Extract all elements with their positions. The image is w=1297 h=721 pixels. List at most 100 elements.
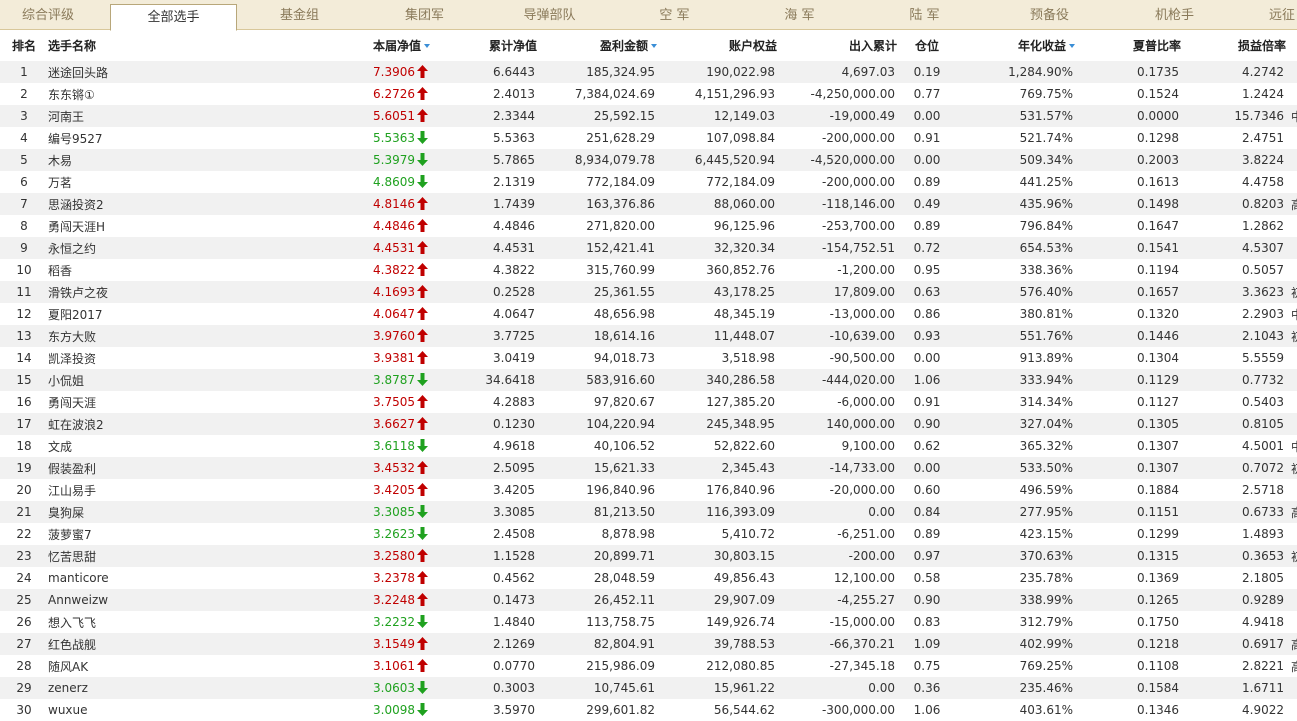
header-flow[interactable]: 出入累计 <box>777 30 897 61</box>
player-name-cell[interactable]: 臭狗屎 <box>48 501 232 523</box>
table-row[interactable]: 22 菠萝蜜7 3.2623 2.4508 8,878.98 5,410.72 -6,251… <box>0 523 1297 545</box>
table-row[interactable]: 16 勇闯天涯 3.7505 4.2883 97,820.67 127,385.20 -6,… <box>0 391 1297 413</box>
player-name-cell[interactable]: 文成 <box>48 435 232 457</box>
sharpe-cell: 0.1307 <box>1075 457 1181 479</box>
table-row[interactable]: 24 manticore 3.2378 0.4562 28,048.59 49,856.4… <box>0 567 1297 589</box>
player-name-cell[interactable]: 夏阳2017 <box>48 303 232 325</box>
table-row[interactable]: 11 滑铁卢之夜 4.1693 0.2528 25,361.55 43,178.25 17,… <box>0 281 1297 303</box>
player-name-cell[interactable]: 凯泽投资 <box>48 347 232 369</box>
tab-1[interactable]: 全部选手 <box>110 4 237 31</box>
table-row[interactable]: 8 勇闯天涯H 4.4846 4.4846 271,820.00 96,125.96 -25… <box>0 215 1297 237</box>
title-cell: 士兵 <box>1286 567 1297 589</box>
rank-cell: 12 <box>16 307 32 321</box>
table-row[interactable]: 6 万茗 4.8609 2.1319 772,184.09 772,184.09 -200,… <box>0 171 1297 193</box>
header-cum-nav[interactable]: 累计净值 <box>430 30 537 61</box>
header-position[interactable]: 仓位 <box>897 30 957 61</box>
tab-8[interactable]: 预备役 <box>987 0 1112 30</box>
table-row[interactable]: 29 zenerz 3.0603 0.3003 10,745.61 15,961.22 0.… <box>0 677 1297 699</box>
player-name-cell[interactable]: 忆苦思甜 <box>48 545 232 567</box>
table-row[interactable]: 2 东东锵① 6.2726 2.4013 7,384,024.69 4,151,296.9… <box>0 83 1297 105</box>
header-profit[interactable]: 盈利金额 <box>537 30 657 61</box>
header-sharpe[interactable]: 夏普比率 <box>1075 30 1181 61</box>
table-row[interactable]: 26 想入飞飞 3.2232 1.4840 113,758.75 149,926.74 -1… <box>0 611 1297 633</box>
header-title[interactable]: 衔级 <box>1286 30 1297 61</box>
tab-2[interactable]: 基金组 <box>237 0 362 30</box>
player-name-cell[interactable]: wuxue <box>48 699 232 721</box>
nav-cell: 3.2623 <box>232 523 430 545</box>
sort-desc-icon[interactable] <box>424 44 430 48</box>
table-row[interactable]: 10 稻香 4.3822 4.3822 315,760.99 360,852.76 -1,2… <box>0 259 1297 281</box>
header-nav[interactable]: 本届净值 <box>232 30 430 61</box>
player-name-cell[interactable]: 假装盈利 <box>48 457 232 479</box>
tab-5[interactable]: 空 军 <box>612 0 737 30</box>
nav-value: 3.2248 <box>373 593 415 607</box>
sharpe-cell: 0.1735 <box>1075 61 1181 83</box>
tab-9[interactable]: 机枪手 <box>1112 0 1237 30</box>
table-row[interactable]: 30 wuxue 3.0098 3.5970 299,601.82 56,544.62 -3… <box>0 699 1297 721</box>
table-row[interactable]: 23 忆苦思甜 3.2580 1.1528 20,899.71 30,803.15 -200… <box>0 545 1297 567</box>
table-row[interactable]: 5 木易 5.3979 5.7865 8,934,079.78 6,445,520.94-… <box>0 149 1297 171</box>
table-row[interactable]: 21 臭狗屎 3.3085 3.3085 81,213.50 116,393.09 0.00… <box>0 501 1297 523</box>
player-name-cell[interactable]: 思涵投资2 <box>48 193 232 215</box>
player-name-cell[interactable]: 江山易手 <box>48 479 232 501</box>
pl-ratio-cell: 2.4751 <box>1242 131 1284 145</box>
player-name-cell[interactable]: 东东锵① <box>48 83 232 105</box>
profit-cell: 94,018.73 <box>593 351 655 365</box>
player-name-cell[interactable]: 勇闯天涯 <box>48 391 232 413</box>
table-row[interactable]: 19 假装盈利 3.4532 2.5095 15,621.33 2,345.43 -14,7… <box>0 457 1297 479</box>
player-name-cell[interactable]: 东方大败 <box>48 325 232 347</box>
player-name-cell[interactable]: 滑铁卢之夜 <box>48 281 232 303</box>
table-row[interactable]: 9 永恒之约 4.4531 4.4531 152,421.41 32,320.34 -154… <box>0 237 1297 259</box>
table-row[interactable]: 27 红色战舰 3.1549 2.1269 82,804.91 39,788.53 -66,… <box>0 633 1297 655</box>
header-rank[interactable]: 排名 <box>0 30 48 61</box>
header-pl-ratio[interactable]: 损益倍率 <box>1181 30 1286 61</box>
header-equity[interactable]: 账户权益 <box>657 30 777 61</box>
player-name-cell[interactable]: 万茗 <box>48 171 232 193</box>
player-name-cell[interactable]: 虹在波浪2 <box>48 413 232 435</box>
table-row[interactable]: 20 江山易手 3.4205 3.4205 196,840.96 176,840.96 -2… <box>0 479 1297 501</box>
position-cell: 0.00 <box>897 105 957 127</box>
table-row[interactable]: 25 Annweizw 3.2248 0.1473 26,452.11 29,907.09… <box>0 589 1297 611</box>
sharpe-cell: 0.1108 <box>1137 659 1179 673</box>
player-name-cell[interactable]: 红色战舰 <box>48 633 232 655</box>
profit-cell: 10,745.61 <box>537 677 657 699</box>
sort-desc-icon[interactable] <box>1069 44 1075 48</box>
table-row[interactable]: 1 迷途回头路 7.3906 6.6443 185,324.95 190,022.98 4,… <box>0 61 1297 83</box>
table-row[interactable]: 7 思涵投资2 4.8146 1.7439 163,376.86 88,060.00 -11… <box>0 193 1297 215</box>
sort-desc-icon[interactable] <box>651 44 657 48</box>
table-row[interactable]: 15 小侃姐 3.8787 34.6418 583,916.60 340,286.58 -4… <box>0 369 1297 391</box>
table-row[interactable]: 14 凯泽投资 3.9381 3.0419 94,018.73 3,518.98 -90,5… <box>0 347 1297 369</box>
tab-4[interactable]: 导弹部队 <box>487 0 612 30</box>
tab-3[interactable]: 集团军 <box>362 0 487 30</box>
player-name-cell[interactable]: 迷途回头路 <box>48 61 232 83</box>
header-name[interactable]: 选手名称 <box>48 30 232 61</box>
table-row[interactable]: 28 随风AK 3.1061 0.0770 215,986.09 212,080.85 -2… <box>0 655 1297 677</box>
player-name-cell[interactable]: 稻香 <box>48 259 232 281</box>
player-name-cell[interactable]: 想入飞飞 <box>48 611 232 633</box>
tab-0[interactable]: 综合评级 <box>0 0 96 30</box>
table-row[interactable]: 4 编号9527 5.5363 5.5363 251,628.29 107,098.84 -… <box>0 127 1297 149</box>
tab-7[interactable]: 陆 军 <box>862 0 987 30</box>
player-name-cell[interactable]: 永恒之约 <box>48 237 232 259</box>
table-row[interactable]: 17 虹在波浪2 3.6627 0.1230 104,220.94 245,348.95 1… <box>0 413 1297 435</box>
profit-cell: 81,213.50 <box>537 501 657 523</box>
player-name-cell[interactable]: Annweizw <box>48 589 232 611</box>
table-row[interactable]: 18 文成 3.6118 4.9618 40,106.52 52,822.60 9,100.… <box>0 435 1297 457</box>
player-name-cell[interactable]: 木易 <box>48 149 232 171</box>
player-name-cell[interactable]: 勇闯天涯H <box>48 215 232 237</box>
table-row[interactable]: 13 东方大败 3.9760 3.7725 18,614.16 11,448.07 -10,… <box>0 325 1297 347</box>
table-row[interactable]: 12 夏阳2017 4.0647 4.0647 48,656.98 48,345.19 -1… <box>0 303 1297 325</box>
player-name-cell[interactable]: zenerz <box>48 677 232 699</box>
player-name-cell[interactable]: 编号9527 <box>48 127 232 149</box>
tab-10[interactable]: 远征 <box>1237 0 1297 30</box>
player-name-cell[interactable]: 菠萝蜜7 <box>48 523 232 545</box>
player-name-cell[interactable]: 小侃姐 <box>48 369 232 391</box>
table-row[interactable]: 3 河南王 5.6051 2.3344 25,592.15 12,149.03 -19,00… <box>0 105 1297 127</box>
tab-6[interactable]: 海 军 <box>737 0 862 30</box>
player-name-cell[interactable]: manticore <box>48 567 232 589</box>
arrow-up-icon <box>417 285 428 298</box>
nav-value: 4.3822 <box>373 263 415 277</box>
header-annual[interactable]: 年化收益 <box>957 30 1075 61</box>
player-name-cell[interactable]: 随风AK <box>48 655 232 677</box>
player-name-cell[interactable]: 河南王 <box>48 105 232 127</box>
